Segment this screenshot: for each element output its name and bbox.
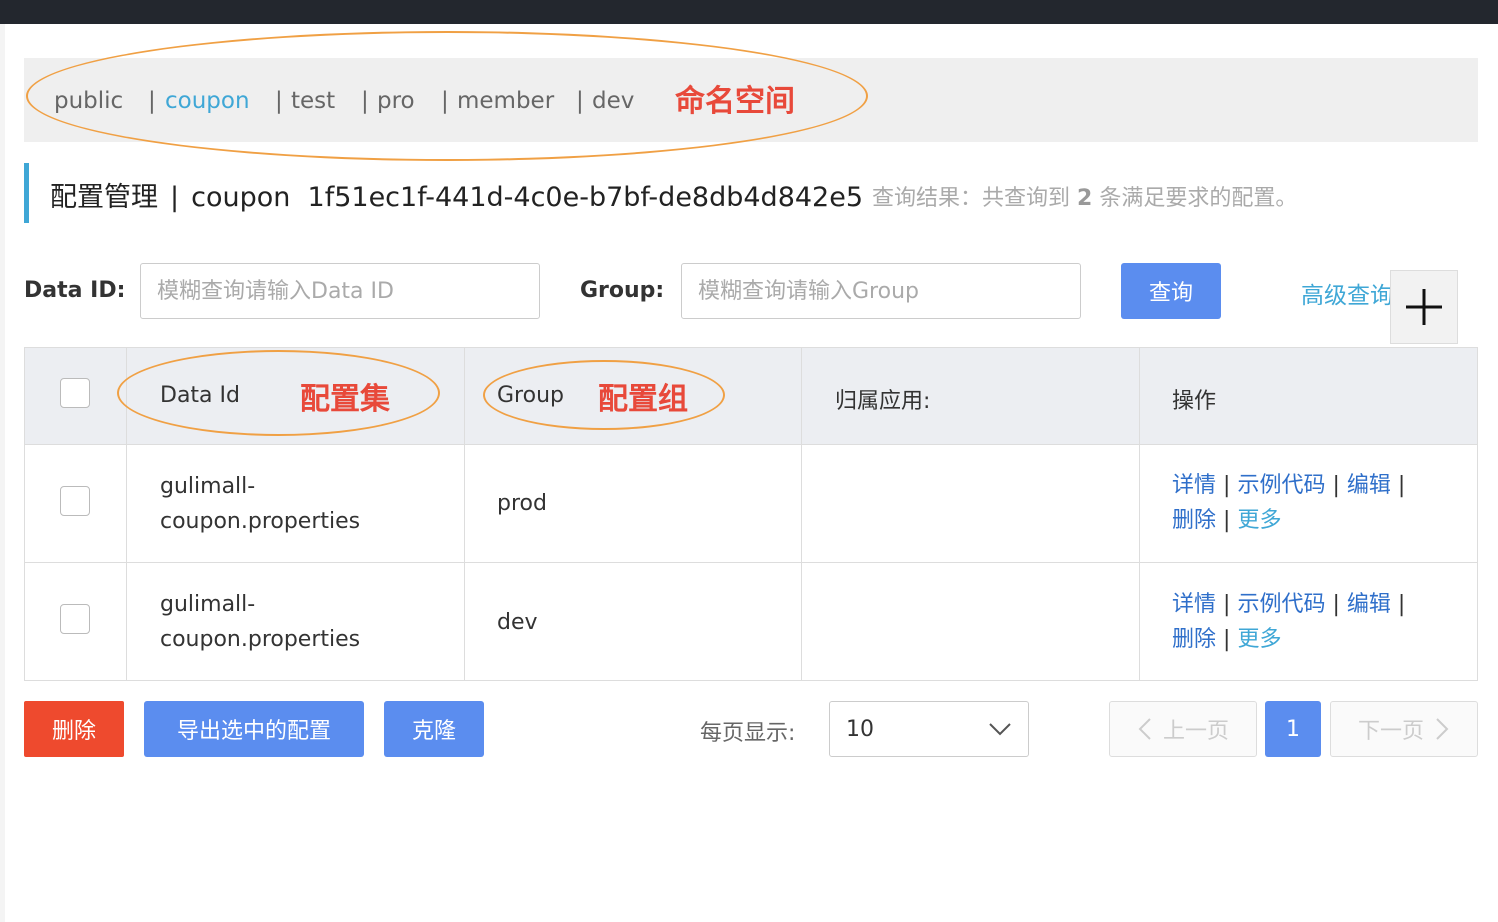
column-divider [1139,348,1140,680]
chevron-down-icon [989,723,1011,736]
sample-code-link[interactable]: 示例代码 [1237,473,1325,498]
more-link[interactable]: 更多 [1237,508,1281,533]
page-size-value: 10 [846,716,874,742]
clone-button[interactable]: 克隆 [384,701,484,757]
add-config-button[interactable] [1390,270,1458,344]
window-top-bar [0,0,1498,24]
group-annotation-ellipse [483,360,725,430]
row-group: dev [497,610,538,635]
column-header-actions: 操作 [1172,389,1217,414]
row-data-id-line1: gulimall- [160,592,256,617]
row-data-id-line2: coupon.properties [160,627,361,652]
column-header-app: 归属应用: [835,389,931,414]
action-separator: | [1223,627,1231,652]
row-actions: 详情 | 示例代码 | 编辑 | 删除 | 更多 [1172,468,1405,538]
row-group: prod [497,491,547,516]
delete-selected-button[interactable]: 删除 [24,701,124,757]
column-divider [464,348,465,680]
action-separator: | [1397,592,1406,617]
namespace-annotation-ellipse [26,31,868,161]
query-button[interactable]: 查询 [1121,263,1221,319]
action-separator: | [1332,592,1340,617]
row-checkbox[interactable] [60,486,90,516]
left-edge [0,24,5,922]
advanced-query-link[interactable]: 高级查询 [1301,276,1396,310]
delete-link[interactable]: 删除 [1172,508,1216,533]
action-separator: | [1332,473,1340,498]
title-separator: | [170,182,180,213]
result-count: 2 [1077,186,1093,211]
action-separator: | [1397,473,1406,498]
chevron-right-icon [1436,718,1449,740]
column-divider [801,348,802,680]
row-divider [25,562,1477,563]
prev-page-button[interactable]: 上一页 [1109,701,1257,757]
title-accent-bar [24,163,29,223]
sample-code-link[interactable]: 示例代码 [1237,592,1325,617]
detail-link[interactable]: 详情 [1172,473,1216,498]
page-title-text: 配置管理 [50,182,158,213]
action-separator: | [1223,473,1231,498]
detail-link[interactable]: 详情 [1172,592,1216,617]
page-title: 配置管理 | coupon 1f51ec1f-441d-4c0e-b7bf-de8d… [50,175,863,214]
next-page-button[interactable]: 下一页 [1330,701,1478,757]
page-size-label: 每页显示: [700,721,796,746]
query-result-summary: 查询结果：共查询到 2 条满足要求的配置。 [872,180,1297,212]
edit-link[interactable]: 编辑 [1347,473,1391,498]
edit-link[interactable]: 编辑 [1347,592,1391,617]
data-id-annotation-ellipse [117,350,440,436]
result-prefix: 查询结果：共查询到 [872,186,1071,211]
export-selected-button[interactable]: 导出选中的配置 [144,701,364,757]
row-actions: 详情 | 示例代码 | 编辑 | 删除 | 更多 [1172,587,1405,657]
action-separator: | [1223,592,1231,617]
namespace-name: coupon [191,182,291,213]
delete-link[interactable]: 删除 [1172,627,1216,652]
page-number-current[interactable]: 1 [1265,701,1321,757]
data-id-label: Data ID: [24,278,126,303]
data-id-input[interactable] [140,263,540,319]
action-separator: | [1223,508,1231,533]
prev-page-label: 上一页 [1162,719,1229,744]
group-input[interactable] [681,263,1081,319]
select-all-checkbox[interactable] [60,378,90,408]
namespace-id: 1f51ec1f-441d-4c0e-b7bf-de8db4d842e5 [307,182,864,213]
plus-icon [1406,289,1442,325]
next-page-label: 下一页 [1357,719,1424,744]
more-link[interactable]: 更多 [1237,627,1281,652]
row-checkbox[interactable] [60,604,90,634]
row-data-id-line1: gulimall- [160,474,256,499]
result-suffix: 条满足要求的配置。 [1099,186,1298,211]
page-size-select[interactable]: 10 [829,701,1029,757]
chevron-left-icon [1138,718,1151,740]
group-label: Group: [580,278,665,303]
row-data-id-line2: coupon.properties [160,509,361,534]
